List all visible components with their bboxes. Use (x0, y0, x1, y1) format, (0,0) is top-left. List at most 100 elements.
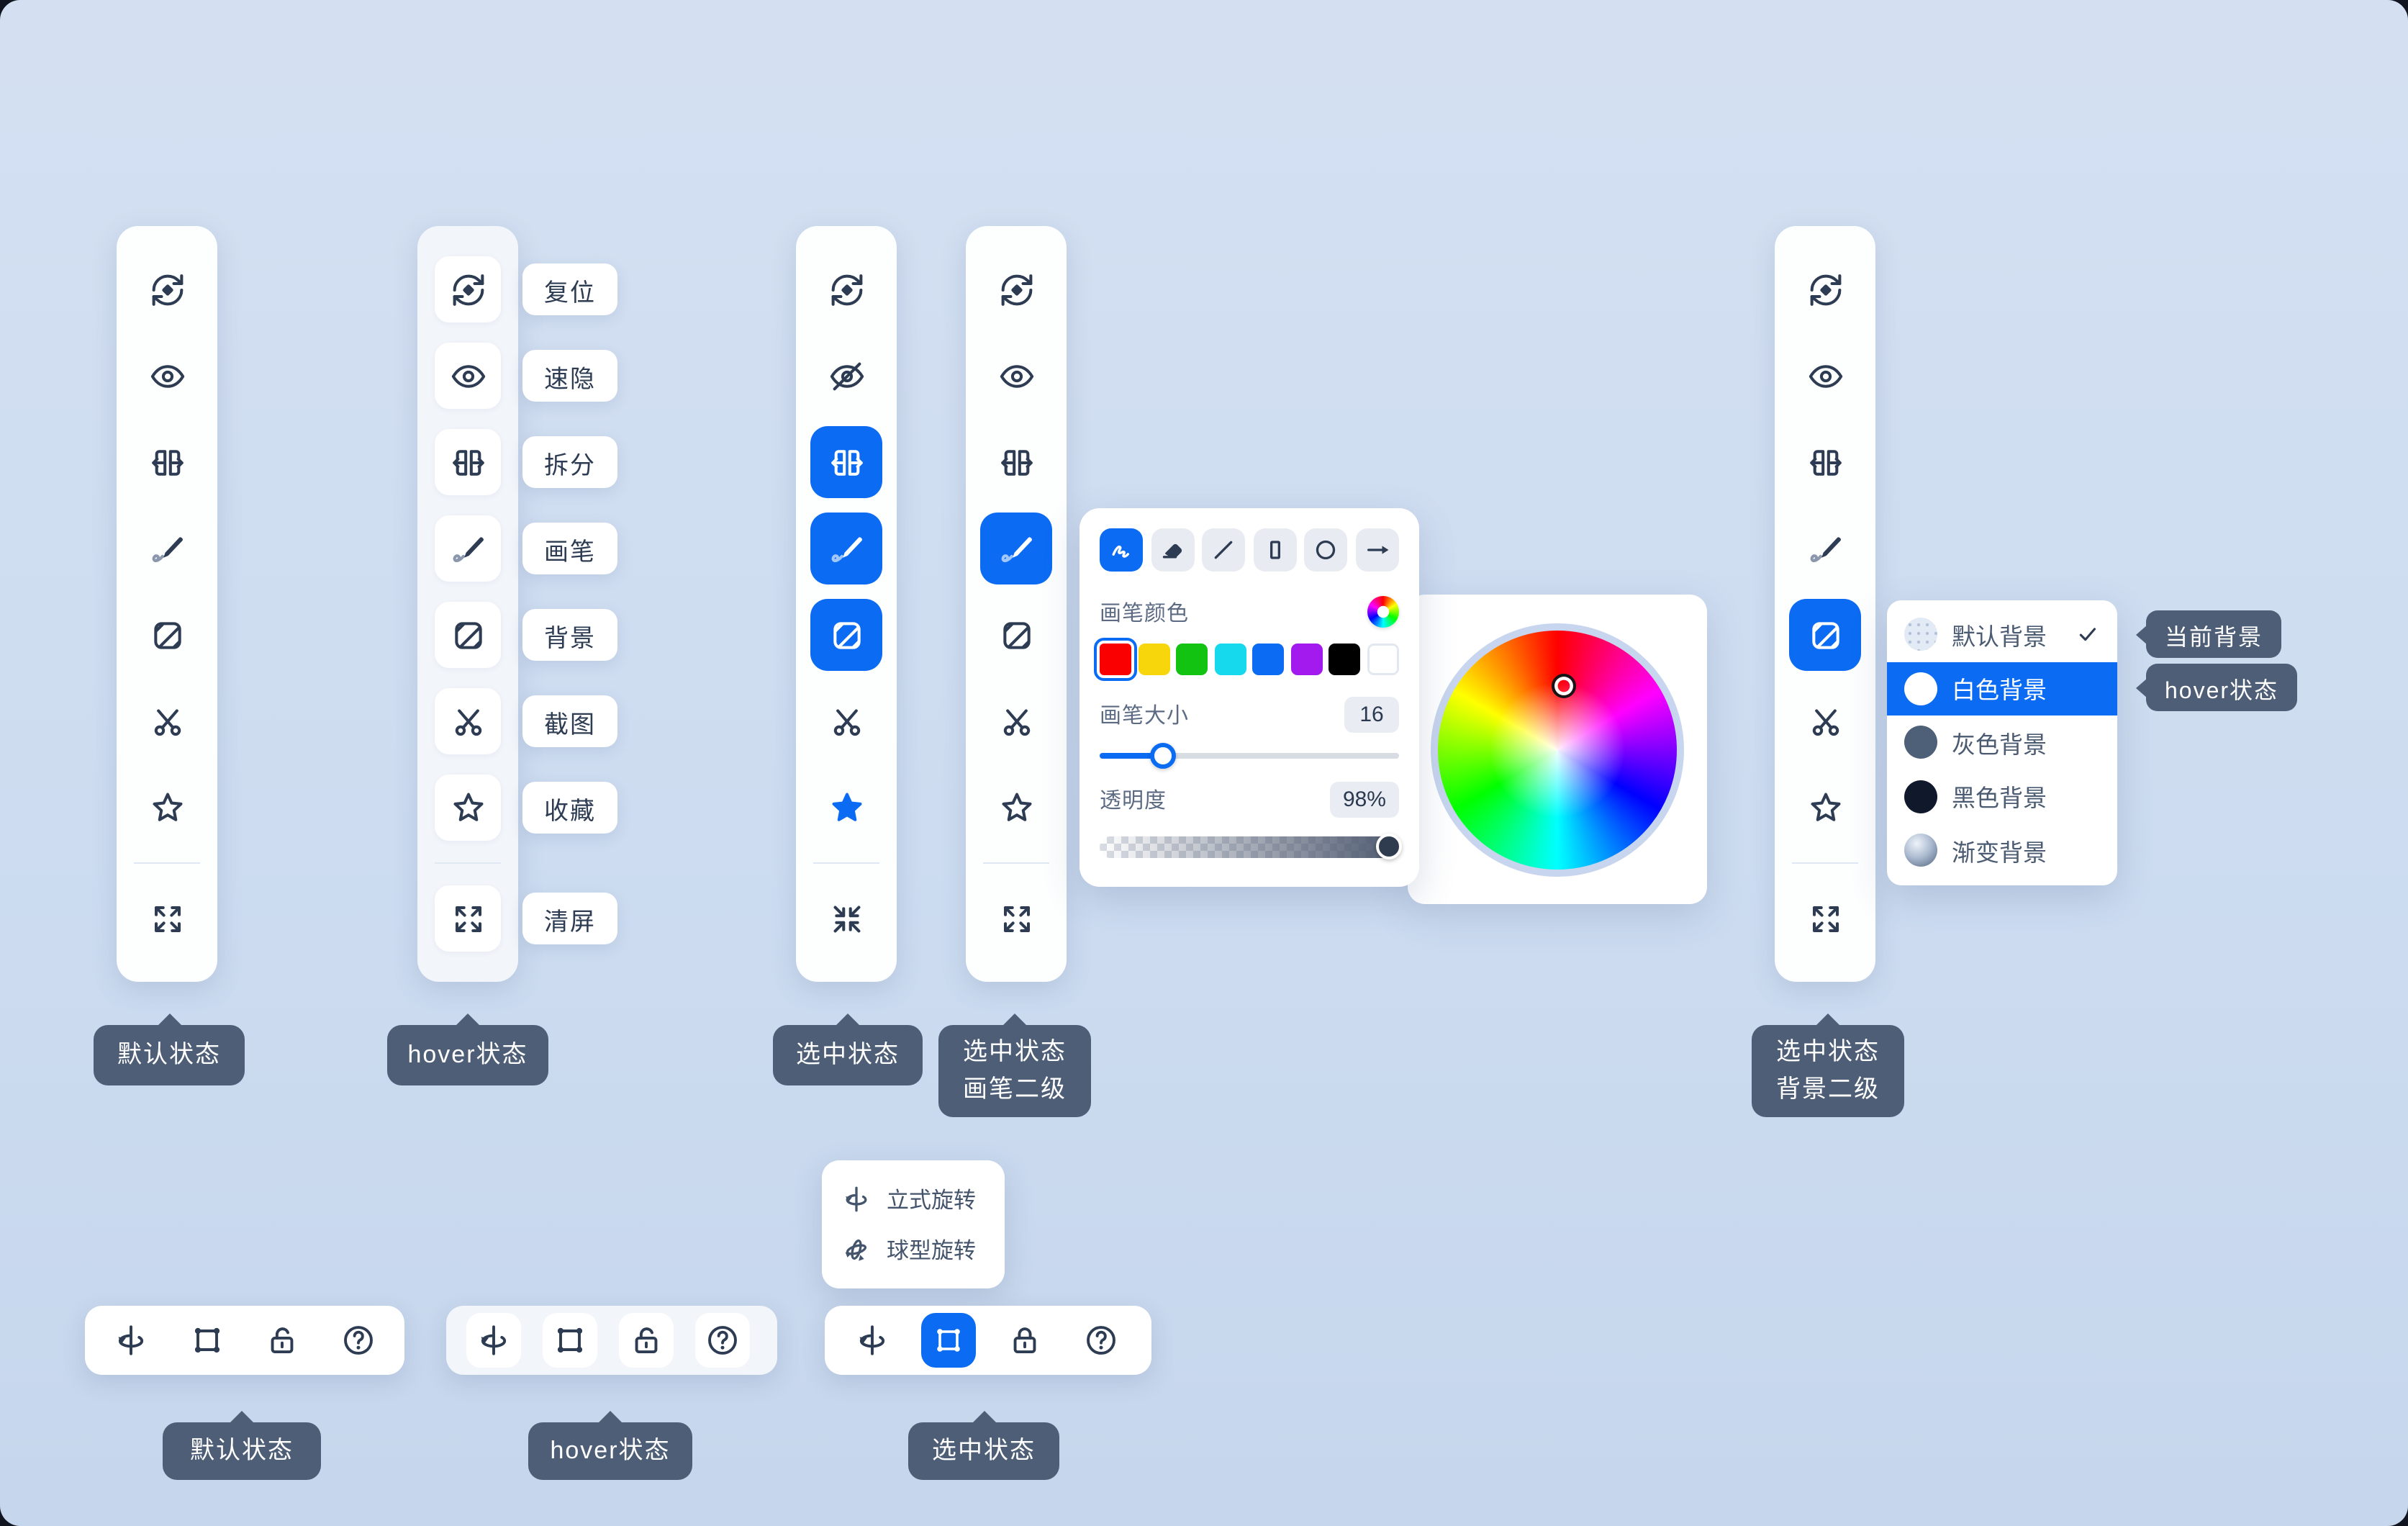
vertical-rotate-icon (841, 1184, 872, 1216)
hover-highlight (618, 1313, 673, 1368)
opacity-thumb[interactable] (1375, 834, 1401, 859)
transform-button[interactable] (169, 1306, 245, 1375)
brush-size-slider[interactable] (1100, 753, 1399, 758)
reset-button[interactable] (966, 246, 1067, 333)
screenshot-button[interactable] (117, 678, 217, 764)
lock-button[interactable] (245, 1306, 320, 1375)
line-tool-button[interactable] (1202, 528, 1245, 572)
split-button[interactable] (966, 419, 1067, 505)
star-icon (1806, 788, 1845, 827)
rotate-button[interactable] (833, 1306, 910, 1375)
background-button[interactable] (117, 592, 217, 678)
reset-button[interactable] (1775, 246, 1875, 333)
favorite-button[interactable] (117, 764, 217, 851)
brush-color-row: 画笔颜色 (1100, 596, 1399, 628)
reset-button[interactable] (796, 246, 897, 333)
screenshot-button[interactable] (1775, 678, 1875, 764)
swatch-green[interactable] (1176, 644, 1208, 675)
menu-item-sphere-rotate[interactable]: 球型旋转 (841, 1234, 986, 1265)
rotate-button[interactable] (455, 1306, 531, 1375)
transform-button[interactable] (531, 1306, 607, 1375)
background-button[interactable] (966, 592, 1067, 678)
background-button[interactable] (417, 592, 518, 678)
menu-item-gradient-background[interactable]: 渐变背景 (1887, 823, 2117, 877)
opacity-slider[interactable] (1100, 836, 1399, 857)
hover-highlight (435, 885, 501, 952)
swatch-blue[interactable] (1253, 644, 1285, 675)
toolbar-label-column: 复位 速隐 拆分 画笔 背景 截图 收藏 清屏 (522, 226, 617, 982)
menu-item-black-background[interactable]: 黑色背景 (1887, 769, 2117, 823)
quick-hide-button[interactable] (796, 333, 897, 419)
favorite-button[interactable] (1775, 764, 1875, 851)
help-button[interactable] (320, 1306, 396, 1375)
pen-tool-button[interactable] (1100, 528, 1143, 572)
brush-button[interactable] (796, 505, 897, 592)
brush-button[interactable] (117, 505, 217, 592)
color-wheel-marker[interactable] (1552, 673, 1576, 697)
reset-button[interactable] (417, 246, 518, 333)
brush-button[interactable] (1775, 505, 1875, 592)
help-button[interactable] (1062, 1306, 1139, 1375)
gradient-background-swatch (1904, 834, 1937, 867)
fullscreen-button[interactable] (417, 875, 518, 962)
hover-highlight (435, 343, 501, 409)
swatch-purple[interactable] (1291, 644, 1323, 675)
background-button[interactable] (1775, 592, 1875, 678)
reset-button[interactable] (117, 246, 217, 333)
check-icon (2076, 623, 2100, 647)
screenshot-button[interactable] (966, 678, 1067, 764)
rectangle-tool-button[interactable] (1254, 528, 1297, 572)
swatch-black[interactable] (1329, 644, 1361, 675)
reset-icon (148, 270, 186, 309)
quick-hide-button[interactable] (417, 333, 518, 419)
color-wheel-icon[interactable] (1367, 596, 1399, 628)
help-button[interactable] (684, 1306, 760, 1375)
brush-button[interactable] (966, 505, 1067, 592)
scissors-icon (148, 702, 186, 741)
exit-fullscreen-button[interactable] (796, 875, 897, 962)
circle-tool-button[interactable] (1305, 528, 1348, 572)
favorite-button[interactable] (796, 764, 897, 851)
menu-item-gray-background[interactable]: 灰色背景 (1887, 715, 2117, 769)
fullscreen-button[interactable] (1775, 875, 1875, 962)
white-background-swatch (1904, 672, 1937, 705)
help-icon (1082, 1322, 1119, 1359)
quick-hide-button[interactable] (117, 333, 217, 419)
screenshot-button[interactable] (417, 678, 518, 764)
fullscreen-button[interactable] (117, 875, 217, 962)
split-button[interactable] (1775, 419, 1875, 505)
slider-thumb[interactable] (1149, 743, 1175, 769)
split-button[interactable] (117, 419, 217, 505)
favorite-button[interactable] (966, 764, 1067, 851)
background-button[interactable] (796, 592, 897, 678)
swatch-white[interactable] (1367, 644, 1399, 675)
fullscreen-button[interactable] (966, 875, 1067, 962)
menu-item-default-background[interactable]: 默认背景 (1887, 608, 2117, 662)
split-button[interactable] (796, 419, 897, 505)
hover-highlight (542, 1313, 597, 1368)
menu-item-vertical-rotate[interactable]: 立式旋转 (841, 1184, 986, 1216)
lock-button[interactable] (986, 1306, 1062, 1375)
swatch-red[interactable] (1100, 644, 1131, 675)
quick-hide-button[interactable] (1775, 333, 1875, 419)
screenshot-button[interactable] (796, 678, 897, 764)
eraser-tool-button[interactable] (1151, 528, 1194, 572)
swatch-cyan[interactable] (1214, 644, 1246, 675)
tooltip-brush: 画笔 (522, 523, 617, 574)
color-wheel[interactable] (1431, 623, 1684, 876)
menu-item-white-background[interactable]: 白色背景 (1887, 662, 2117, 715)
quick-hide-button[interactable] (966, 333, 1067, 419)
swatch-yellow[interactable] (1138, 644, 1169, 675)
reset-icon (1806, 270, 1845, 309)
reset-icon (997, 270, 1036, 309)
favorite-button[interactable] (417, 764, 518, 851)
transform-button[interactable] (910, 1306, 986, 1375)
brush-button[interactable] (417, 505, 518, 592)
split-button[interactable] (417, 419, 518, 505)
lock-button[interactable] (607, 1306, 684, 1375)
arrow-tool-button[interactable] (1356, 528, 1399, 572)
rotate-button[interactable] (94, 1306, 169, 1375)
star-icon (997, 788, 1036, 827)
expand-icon (148, 899, 186, 938)
brush-size-row: 画笔大小 16 (1100, 697, 1399, 733)
